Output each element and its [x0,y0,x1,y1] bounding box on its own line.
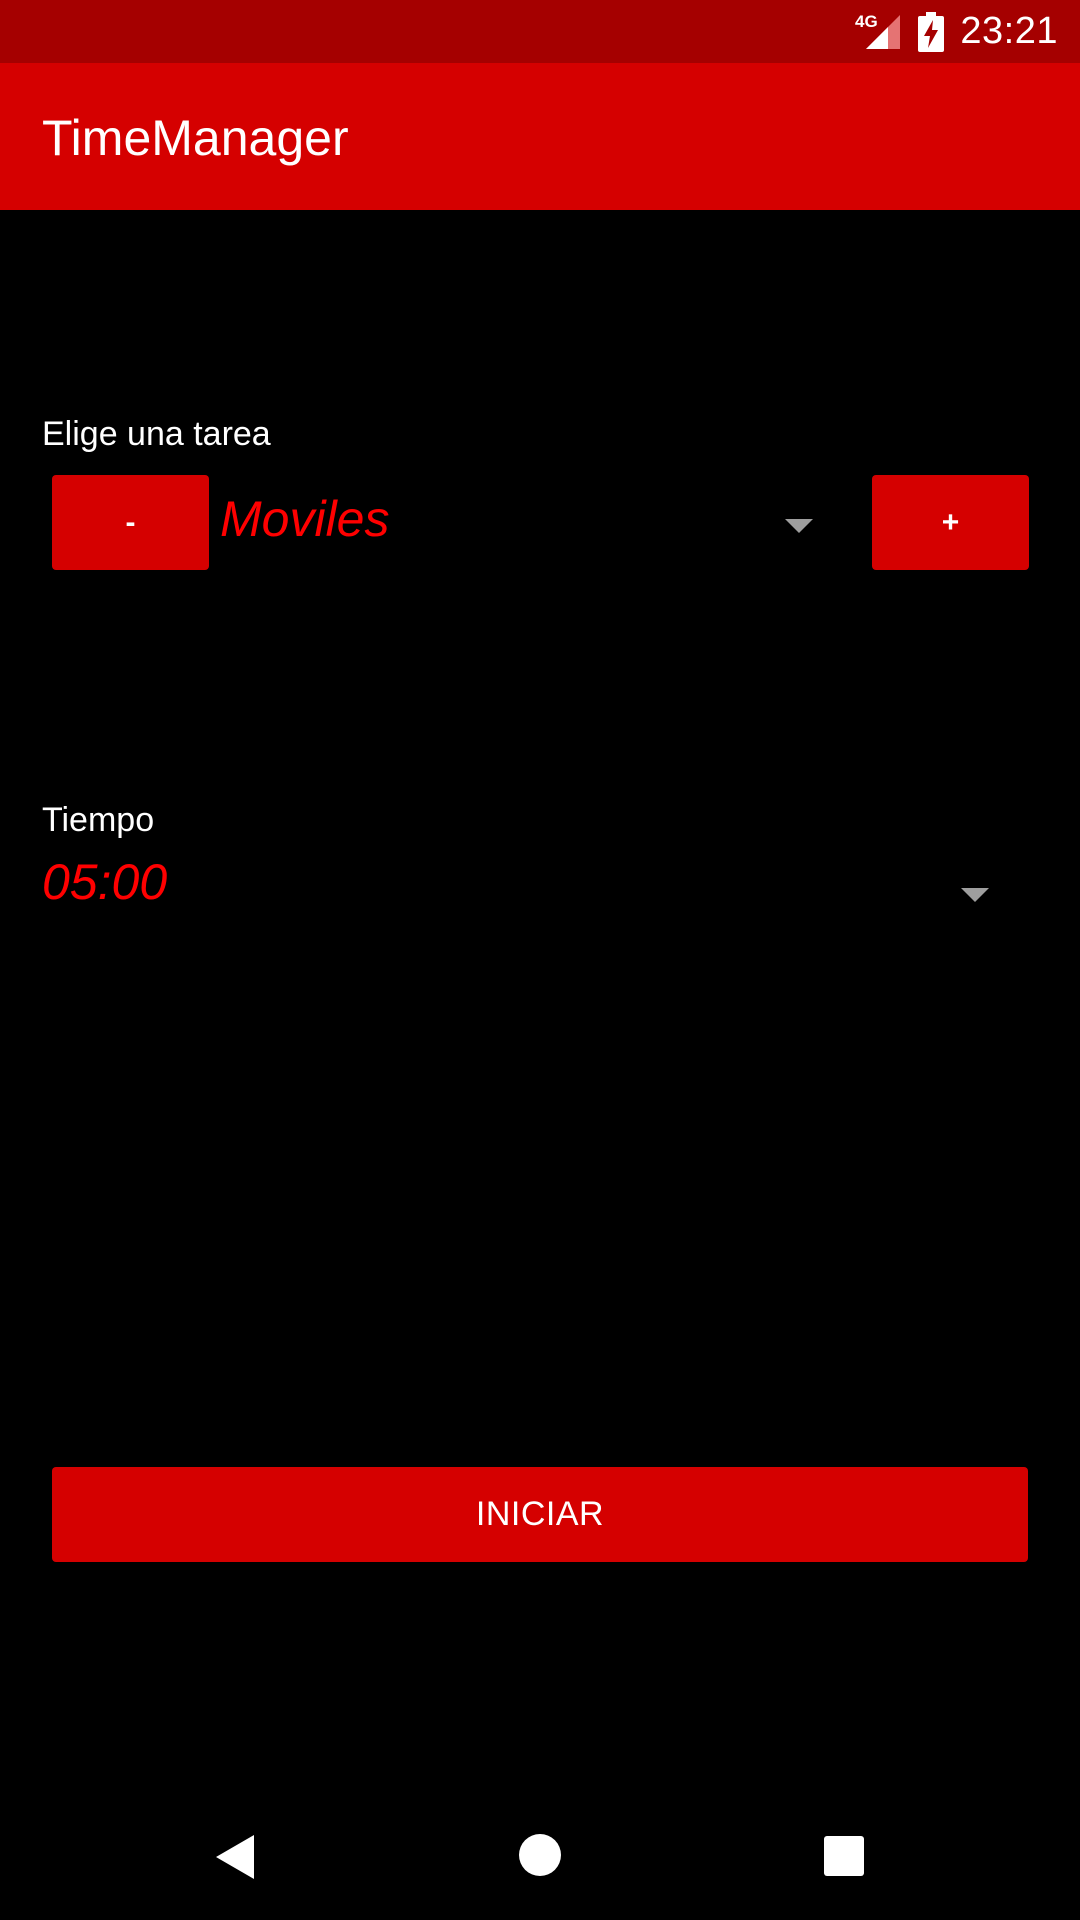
task-spinner-value: Moviles [220,491,390,547]
decrease-task-button[interactable]: - [52,475,209,570]
signal-icon [866,14,901,49]
add-task-button[interactable]: + [872,475,1029,570]
battery-charging-icon [918,11,945,52]
app-bar: TimeManager [0,63,1080,210]
app-title: TimeManager [42,110,349,166]
time-label: Tiempo [42,801,155,839]
home-icon[interactable] [519,1834,561,1876]
task-spinner[interactable]: Moviles [218,475,818,570]
recents-icon[interactable] [824,1836,864,1876]
status-bar: 4G 23:21 [0,0,1080,63]
navigation-bar [0,1780,1080,1920]
back-icon[interactable] [216,1835,254,1879]
task-label: Elige una tarea [42,415,271,453]
task-dropdown-arrow-icon [785,519,813,533]
time-spinner-value: 05:00 [42,854,168,910]
status-clock: 23:21 [960,10,1058,52]
time-dropdown-arrow-icon [961,888,989,902]
status-icons: 23:21 [864,0,1058,63]
time-spinner[interactable]: 05:00 [42,845,1002,940]
start-button[interactable]: INICIAR [52,1467,1028,1562]
